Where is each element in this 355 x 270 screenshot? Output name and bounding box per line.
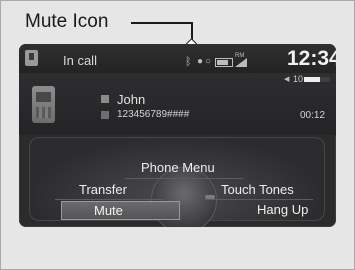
bluetooth-icon: ᛒ: [185, 56, 192, 68]
touch-tones-button[interactable]: Touch Tones: [221, 181, 294, 198]
figure-frame: Mute Icon In call ᛒ ● ○ RM 12:34 ◀ 10 Jo…: [0, 0, 355, 270]
handset-icon: [32, 86, 55, 123]
contact-number: 123456789####: [117, 109, 190, 120]
transfer-button[interactable]: Transfer: [79, 181, 127, 198]
mute-icon: ●: [197, 56, 204, 67]
headset-icon: ○: [205, 56, 212, 67]
status-bar: In call ᛒ ● ○ RM 12:34: [19, 44, 336, 73]
call-timer: 00:12: [300, 110, 326, 121]
mute-label: Mute: [94, 203, 123, 218]
battery-icon: [215, 58, 233, 67]
signal-icon: [235, 58, 247, 67]
roam-indicator: RM: [235, 53, 245, 59]
callout-label: Mute Icon: [25, 11, 109, 32]
phone-menu-button[interactable]: Phone Menu: [141, 159, 215, 176]
status-title: In call: [63, 53, 97, 68]
divider: [125, 178, 243, 179]
divider: [55, 199, 163, 200]
volume-bar: [304, 77, 330, 82]
phone-screen: In call ᛒ ● ○ RM 12:34 ◀ 10 John 1234567…: [19, 44, 336, 227]
status-icons: ᛒ ● ○ RM: [185, 53, 271, 68]
mute-button[interactable]: Mute: [61, 201, 180, 220]
volume-level: 10: [293, 74, 304, 84]
contact-icon: [101, 95, 109, 103]
phone-icon: [25, 50, 38, 66]
callout-line: [131, 22, 192, 24]
hang-up-button[interactable]: Hang Up: [257, 201, 308, 218]
number-icon: [101, 111, 109, 119]
call-panel: ◀ 10 John 123456789#### 00:12: [19, 73, 336, 135]
volume-bar-fill: [304, 77, 320, 82]
call-menu: Phone Menu Transfer Touch Tones Mute Han…: [29, 137, 325, 227]
volume-indicator: ◀ 10: [284, 74, 330, 85]
divider: [205, 199, 313, 200]
volume-icon: ◀: [284, 76, 290, 83]
clock: 12:34: [287, 47, 336, 70]
contact-name: John: [117, 92, 146, 107]
